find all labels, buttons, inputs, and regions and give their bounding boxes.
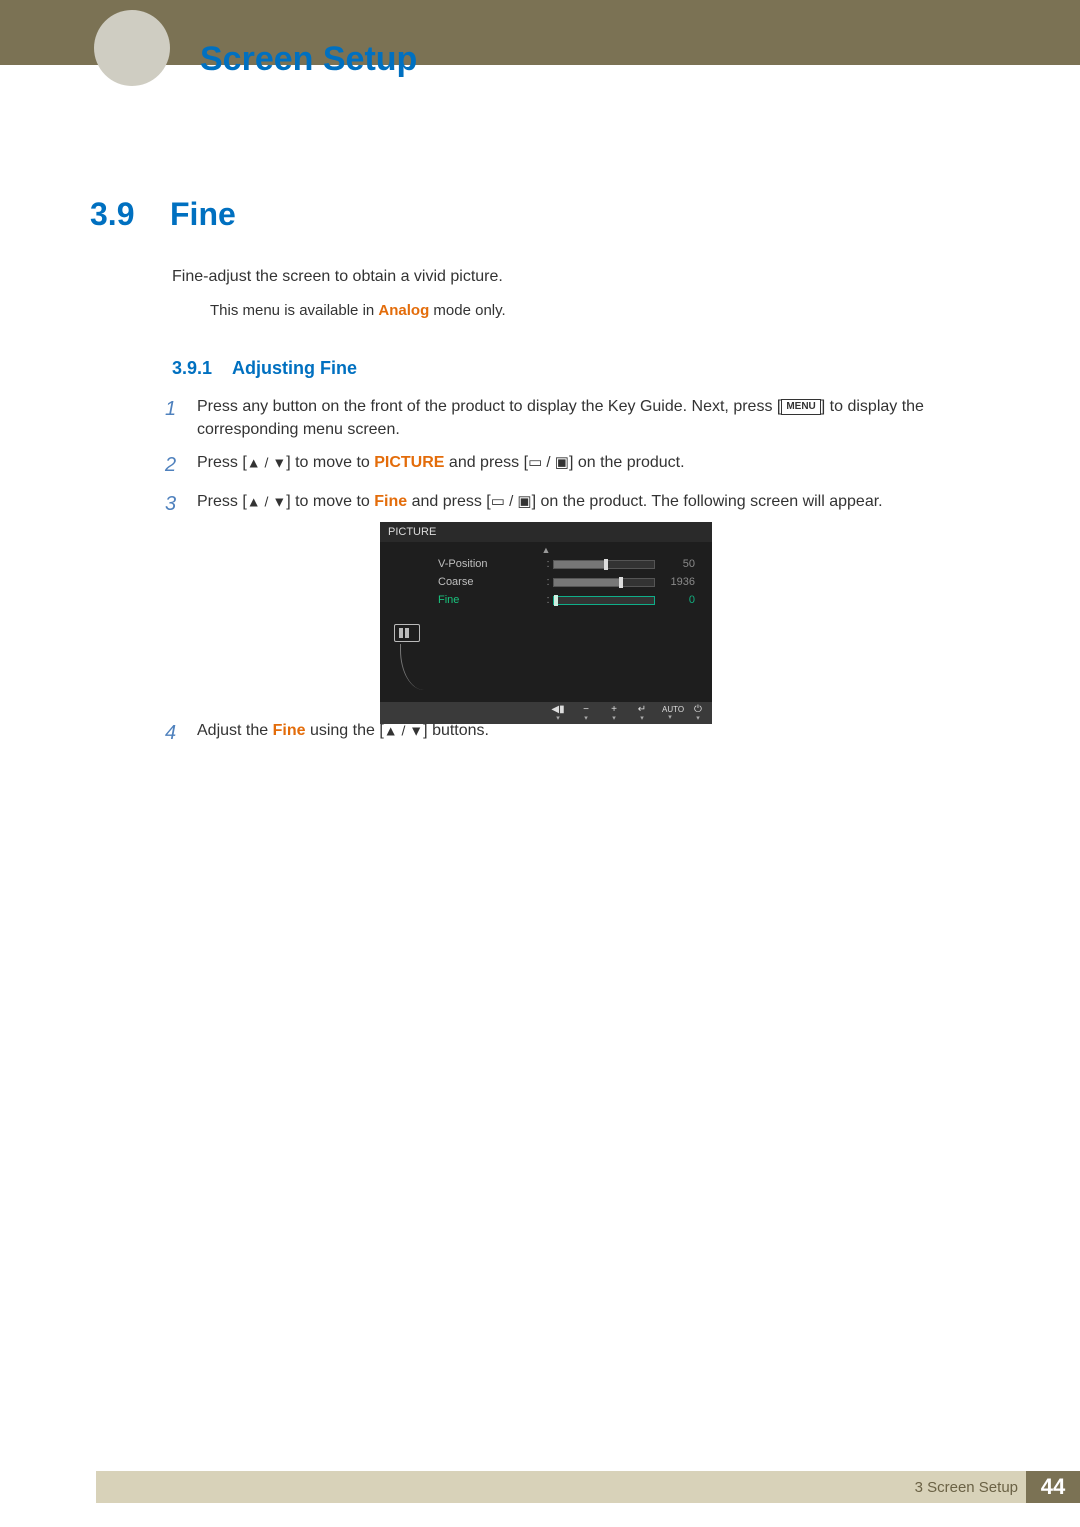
up-down-icon: ▲ / ▼ bbox=[247, 455, 286, 471]
osd-back-icon: ◀▮▾ bbox=[550, 705, 566, 722]
t: ] on the product. The following screen w… bbox=[532, 493, 883, 510]
t: using the [ bbox=[306, 722, 384, 739]
menu-button-label: MENU bbox=[781, 399, 820, 416]
up-down-icon: ▲ / ▼ bbox=[384, 723, 423, 739]
scroll-up-icon: ▲ bbox=[380, 542, 712, 555]
note-pre: This menu is available in bbox=[210, 302, 378, 319]
osd-slider bbox=[553, 596, 655, 605]
step-text: Press [▲ / ▼] to move to PICTURE and pre… bbox=[197, 451, 925, 474]
step-3: 3 Press [▲ / ▼] to move to Fine and pres… bbox=[165, 490, 925, 519]
osd-title: PICTURE bbox=[380, 522, 712, 542]
osd-slider bbox=[553, 560, 655, 569]
subsection-number: 3.9.1 bbox=[172, 358, 212, 379]
step-number: 3 bbox=[165, 490, 197, 519]
t: ] on the product. bbox=[569, 454, 685, 471]
step-1: 1 Press any button on the front of the p… bbox=[165, 395, 925, 441]
step-number: 2 bbox=[165, 451, 197, 480]
osd-minus-icon: −▾ bbox=[578, 705, 594, 722]
footer-bar: 3 Screen Setup 44 bbox=[96, 1471, 1080, 1503]
chapter-title: Screen Setup bbox=[200, 40, 417, 79]
colon: : bbox=[543, 594, 553, 606]
chapter-badge bbox=[94, 10, 170, 86]
source-icon: ▭ / ▣ bbox=[491, 493, 532, 510]
t: Adjust the bbox=[197, 722, 273, 739]
t: and press [ bbox=[444, 454, 528, 471]
osd-row-label: Coarse bbox=[380, 576, 543, 588]
colon: : bbox=[543, 576, 553, 588]
t: ] to move to bbox=[286, 493, 374, 510]
source-icon: ▭ / ▣ bbox=[528, 454, 569, 471]
section-number: 3.9 bbox=[90, 196, 134, 233]
osd-enter-icon: ↵▾ bbox=[634, 705, 650, 722]
t: Press [ bbox=[197, 493, 247, 510]
note-post: mode only. bbox=[429, 302, 505, 319]
picture-label: PICTURE bbox=[374, 454, 444, 471]
colon: : bbox=[543, 558, 553, 570]
step-number: 4 bbox=[165, 719, 197, 748]
osd-plus-icon: +▾ bbox=[606, 705, 622, 722]
note-analog: Analog bbox=[378, 302, 429, 319]
osd-row-label: V-Position bbox=[380, 558, 543, 570]
osd-body: ▲ V-Position : 50 Coarse : 1936 bbox=[380, 542, 712, 702]
step-text: Press any button on the front of the pro… bbox=[197, 395, 925, 441]
osd-curve-decoration bbox=[400, 644, 427, 690]
osd-row-label: Fine bbox=[380, 594, 543, 606]
step-text: Press [▲ / ▼] to move to Fine and press … bbox=[197, 490, 925, 513]
osd-row-value: 50 bbox=[655, 558, 701, 570]
osd-footer: ◀▮▾ −▾ +▾ ↵▾ AUTO▾ ⏻▾ bbox=[380, 702, 712, 724]
up-down-icon: ▲ / ▼ bbox=[247, 494, 286, 510]
osd-row-fine: Fine : 0 bbox=[380, 591, 712, 609]
t: and press [ bbox=[407, 493, 491, 510]
osd-power-icon: ⏻▾ bbox=[690, 705, 706, 722]
step-2: 2 Press [▲ / ▼] to move to PICTURE and p… bbox=[165, 451, 925, 480]
picture-category-icon bbox=[394, 624, 420, 642]
t: ] buttons. bbox=[423, 722, 489, 739]
osd-screenshot: PICTURE ▲ V-Position : 50 Coarse : 193 bbox=[380, 522, 712, 724]
osd-slider bbox=[553, 578, 655, 587]
t: ] to move to bbox=[286, 454, 374, 471]
note-text: This menu is available in Analog mode on… bbox=[210, 302, 506, 319]
subsection-title: Adjusting Fine bbox=[232, 358, 357, 379]
t: Press [ bbox=[197, 454, 247, 471]
t: Press any button on the front of the pro… bbox=[197, 398, 781, 415]
footer-chapter: 3 Screen Setup bbox=[915, 1479, 1018, 1496]
step-number: 1 bbox=[165, 395, 197, 424]
osd-auto-icon: AUTO▾ bbox=[662, 706, 678, 721]
osd-row-value: 1936 bbox=[655, 576, 701, 588]
page: Screen Setup 3.9 Fine Fine-adjust the sc… bbox=[0, 0, 1080, 1527]
osd-row-coarse: Coarse : 1936 bbox=[380, 573, 712, 591]
section-title: Fine bbox=[170, 196, 236, 233]
osd-row-vposition: V-Position : 50 bbox=[380, 555, 712, 573]
fine-label: Fine bbox=[273, 722, 306, 739]
intro-text: Fine-adjust the screen to obtain a vivid… bbox=[172, 268, 503, 286]
fine-label: Fine bbox=[374, 493, 407, 510]
page-number: 44 bbox=[1026, 1471, 1080, 1503]
osd-row-value: 0 bbox=[655, 594, 701, 606]
